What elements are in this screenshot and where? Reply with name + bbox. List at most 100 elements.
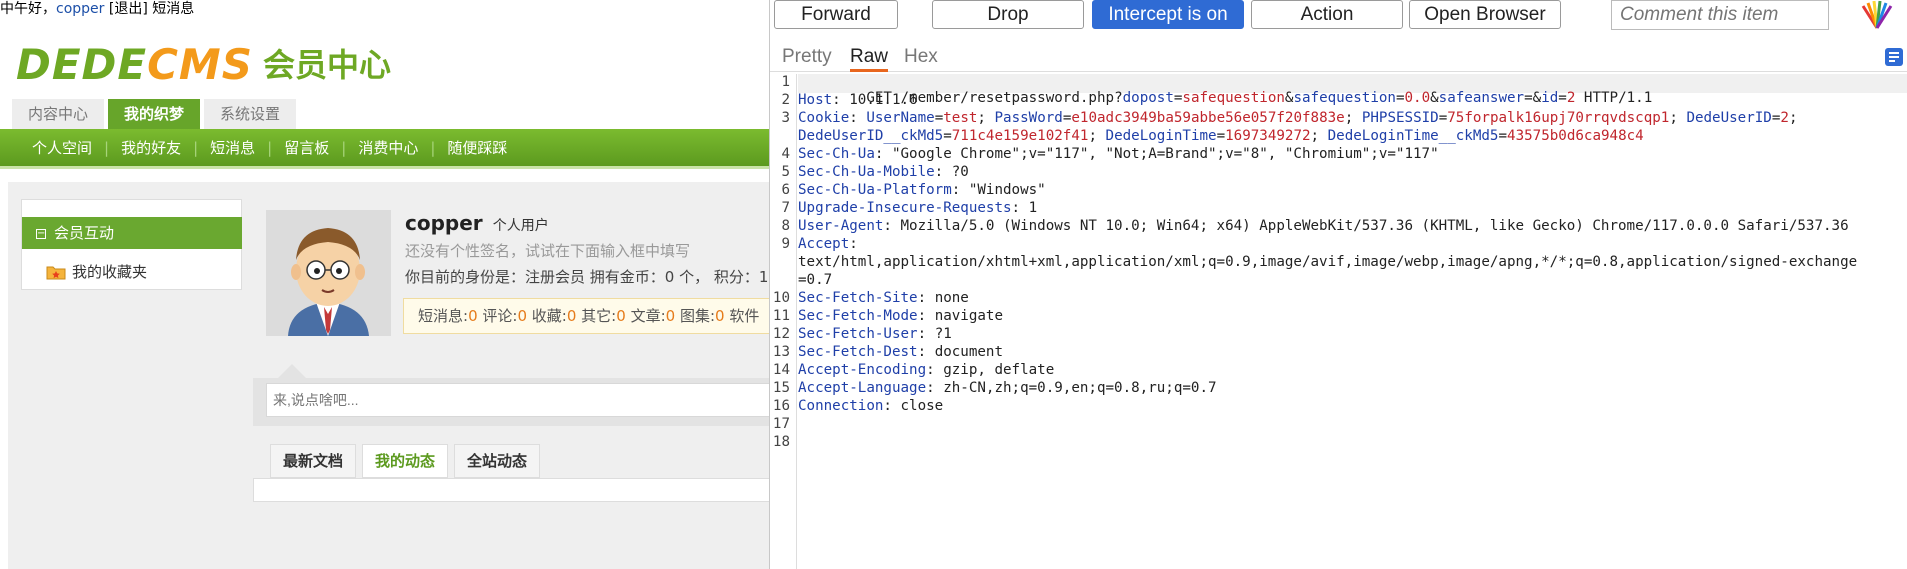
cookie-name: DedeLoginTime: [1105, 128, 1217, 144]
http-protocol: HTTP/1.1: [1583, 90, 1653, 106]
member-nav-bar: 个人空间 | 我的好友 | 短消息 | 留言板 | 消费中心 | 随便踩踩: [0, 129, 770, 169]
connection-header: Connection: close: [798, 398, 944, 414]
say-box-arrow: [278, 364, 306, 378]
line-number: 4: [781, 146, 790, 162]
nav-item[interactable]: 短消息: [198, 137, 267, 158]
collapse-icon[interactable]: −: [36, 228, 46, 239]
sidebar-item-favorites[interactable]: 我的收藏夹: [46, 261, 147, 282]
line-number: 9: [781, 236, 790, 252]
param-name: safequestion: [1293, 90, 1396, 106]
view-tab[interactable]: Hex: [904, 42, 938, 72]
count-label: 评论:: [482, 307, 518, 325]
count-value: 0: [566, 307, 577, 325]
line-number: 8: [781, 218, 790, 234]
count-label: 文章:: [630, 307, 666, 325]
param-value: 0.0: [1404, 90, 1431, 106]
line-number: 17: [772, 416, 790, 432]
header-value: navigate: [934, 308, 1004, 324]
line-number: 3: [781, 110, 790, 126]
intercept-toolbar: Forward Drop Intercept is on Action Open…: [770, 0, 1907, 36]
burp-intercept-panel: Forward Drop Intercept is on Action Open…: [769, 0, 1907, 569]
comment-input[interactable]: [1611, 0, 1829, 30]
dedecms-logo: DEDE CMS 会员中心: [16, 40, 391, 90]
sidebar-header-member-interact[interactable]: − 会员互动: [22, 217, 242, 249]
header-value: "Google Chrome";v="117", "Not;A=Brand";v…: [891, 146, 1439, 162]
logo-member-center-text: 会员中心: [262, 46, 391, 84]
count-value: 0: [715, 307, 725, 325]
highlight-color-icon[interactable]: [1860, 0, 1894, 30]
host-header: Host: 10.1.1.6: [798, 92, 918, 108]
main-tab[interactable]: 内容中心: [12, 99, 105, 129]
avatar[interactable]: [266, 210, 391, 336]
cookie-value: 711c4e159e102f41: [951, 128, 1089, 144]
header-value: ?1: [934, 326, 952, 342]
nav-item[interactable]: 留言板: [272, 137, 341, 158]
line-number: 5: [781, 164, 790, 180]
request-path: /member/resetpassword.php: [900, 90, 1115, 106]
count-label: 其它:: [581, 307, 617, 325]
count-value: 0: [517, 307, 527, 325]
accept-header-value: text/html,application/xhtml+xml,applicat…: [798, 254, 1857, 270]
forward-button[interactable]: Forward: [774, 0, 898, 29]
main-tab[interactable]: 系统设置: [204, 99, 297, 129]
cookie-header: Cookie: UserName=test; PassWord=e10adc39…: [798, 110, 1798, 126]
line-number: 7: [781, 200, 790, 216]
upgrade-insecure-requests-header: Upgrade-Insecure-Requests: 1: [798, 200, 1038, 216]
logo-cms-text: CMS: [147, 40, 253, 89]
main-tabs: 内容中心 我的织梦 系统设置: [12, 99, 300, 129]
line-number: 16: [772, 398, 790, 414]
profile-signature: 还没有个性签名，试试在下面输入框中填写: [405, 242, 691, 260]
activity-tab[interactable]: 全站动态: [454, 444, 541, 478]
greeting-text: 中午好，: [0, 1, 56, 17]
nav-item[interactable]: 消费中心: [346, 137, 430, 158]
header-value: document: [934, 344, 1004, 360]
header-value: "Windows": [968, 182, 1046, 198]
dedecms-member-page: 中午好，copper [退出] 短消息 DEDE CMS 会员中心 内容中心 我的织…: [0, 0, 770, 569]
sec-fetch-mode-header: Sec-Fetch-Mode: navigate: [798, 308, 1004, 324]
sec-ch-ua-mobile-header: Sec-Ch-Ua-Mobile: ?0: [798, 164, 969, 180]
cookie-name: PassWord: [994, 110, 1063, 126]
line-number: 6: [781, 182, 790, 198]
line-number: 15: [772, 380, 790, 396]
nav-item[interactable]: 随便踩踩: [435, 137, 519, 158]
logo-dede-text: DEDE: [16, 40, 148, 89]
view-tab[interactable]: Raw: [850, 42, 889, 72]
open-browser-button[interactable]: Open Browser: [1409, 0, 1561, 29]
raw-request-editor[interactable]: 1 2 3 4 5 6 7 8 9 10 11 12 13 14 15 16 17 18 GET /member/…: [770, 74, 1907, 569]
drop-button[interactable]: Drop: [932, 0, 1084, 29]
line-number: 18: [772, 434, 790, 450]
sidebar-panel: − 会员互动 我的收藏夹: [21, 199, 242, 290]
activity-tabs: 最新文档 我的动态 全站动态: [270, 444, 546, 478]
line-number-gutter: 1 2 3 4 5 6 7 8 9 10 11 12 13 14 15 16 17 18: [770, 74, 797, 569]
action-button[interactable]: Action: [1251, 0, 1403, 29]
main-tab[interactable]: 我的织梦: [108, 99, 201, 129]
view-tab[interactable]: Pretty: [782, 42, 832, 72]
count-label: 图集:: [679, 307, 716, 325]
line-number: 2: [781, 92, 790, 108]
line-number: 13: [772, 344, 790, 360]
nav-item[interactable]: 我的好友: [109, 137, 193, 158]
header-value: none: [934, 290, 969, 306]
header-value: gzip, deflate: [943, 362, 1055, 378]
nav-item[interactable]: 个人空间: [20, 137, 104, 158]
activity-tab[interactable]: 最新文档: [270, 444, 357, 478]
intercept-toggle-button[interactable]: Intercept is on: [1092, 0, 1244, 29]
activity-tab[interactable]: 我的动态: [362, 444, 449, 478]
param-name: dopost: [1122, 90, 1174, 106]
header-value: zh-CN,zh;q=0.9,en;q=0.8,ru;q=0.7: [943, 380, 1217, 396]
username-link[interactable]: copper: [56, 1, 104, 17]
header-value: close: [900, 398, 944, 414]
say-input[interactable]: [266, 383, 770, 417]
sidebar-item-label: 我的收藏夹: [72, 263, 148, 281]
profile-type: 个人用户: [492, 218, 549, 234]
cookie-header-continued: DedeUserID__ckMd5=711c4e159e102f41; Dede…: [798, 128, 1644, 144]
messages-link[interactable]: 短消息: [152, 1, 194, 17]
line-number: 1: [781, 74, 790, 90]
cookie-name: DedeUserID: [1686, 110, 1772, 126]
count-label: 收藏:: [531, 307, 567, 325]
logout-link[interactable]: [退出]: [109, 1, 148, 17]
inspector-panel-icon[interactable]: [1884, 47, 1904, 67]
sec-fetch-site-header: Sec-Fetch-Site: none: [798, 290, 969, 306]
cookie-value: 75forpalk16upj70rrqvdscqp1: [1447, 110, 1670, 126]
activity-counts: 短消息:0 评论:0 收藏:0 其它:0 文章:0 图集:0 软件: [403, 298, 770, 334]
